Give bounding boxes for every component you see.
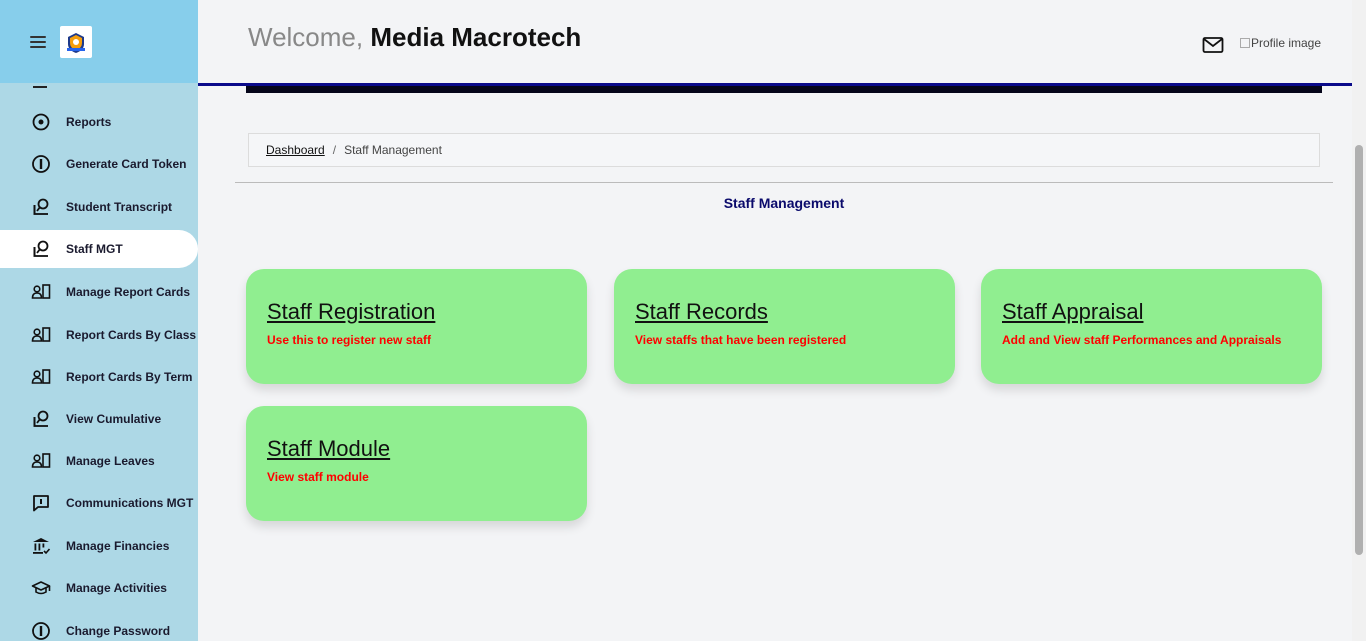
id-card-icon bbox=[31, 451, 51, 471]
breadcrumb-separator: / bbox=[332, 143, 337, 157]
graduation-cap-icon bbox=[31, 578, 51, 598]
header-banner-bar bbox=[246, 86, 1322, 93]
info-circle-icon bbox=[31, 621, 51, 641]
card-title[interactable]: Staff Module bbox=[267, 436, 566, 462]
message-icon bbox=[31, 493, 51, 513]
sidebar-item-label: Manage Financies bbox=[66, 539, 170, 553]
sidebar-item-manage-financies[interactable]: Manage Financies bbox=[0, 527, 198, 565]
user-name: Media Macrotech bbox=[370, 22, 582, 52]
sidebar-item-label: Manage Leaves bbox=[66, 454, 155, 468]
sidebar-item-manage-leaves[interactable]: Manage Leaves bbox=[0, 442, 198, 480]
staff-module-card[interactable]: Staff Module View staff module bbox=[246, 406, 587, 521]
sidebar-item-label: Manage Report Cards bbox=[66, 285, 191, 299]
user-search-icon bbox=[31, 409, 51, 429]
section-divider bbox=[235, 182, 1333, 183]
user-search-icon bbox=[31, 197, 51, 217]
sidebar-item-manage-report-cards[interactable]: Manage Report Cards bbox=[0, 273, 198, 311]
hamburger-menu-icon[interactable] bbox=[30, 35, 46, 48]
scrollbar-thumb[interactable] bbox=[1355, 145, 1363, 555]
info-circle-icon bbox=[31, 154, 51, 174]
card-title[interactable]: Staff Registration bbox=[267, 299, 566, 325]
sidebar-item-view-cumulative[interactable]: View Cumulative bbox=[0, 400, 198, 438]
card-description: Add and View staff Performances and Appr… bbox=[1002, 333, 1282, 347]
sidebar-item-report-cards-by-class[interactable]: Report Cards By Class bbox=[0, 316, 198, 354]
sidebar-item-label: Report Cards By Class bbox=[66, 328, 197, 342]
sidebar-item-label: Manage Activities bbox=[66, 581, 167, 595]
id-card-icon bbox=[31, 282, 51, 302]
sidebar-item-student-transcript[interactable]: Student Transcript bbox=[0, 188, 198, 226]
sidebar-item-reports[interactable]: Reports bbox=[0, 103, 198, 141]
top-header: Welcome, Media Macrotech Profile image bbox=[198, 0, 1352, 83]
breadcrumb-current: Staff Management bbox=[344, 143, 442, 157]
staff-registration-card[interactable]: Staff Registration Use this to register … bbox=[246, 269, 587, 384]
staff-appraisal-card[interactable]: Staff Appraisal Add and View staff Perfo… bbox=[981, 269, 1322, 384]
sidebar-item-manage-activities[interactable]: Manage Activities bbox=[0, 569, 198, 607]
sidebar-item-label: Communications MGT bbox=[66, 496, 194, 510]
sidebar-item-label: Report Cards By Term bbox=[66, 370, 193, 384]
sidebar-item-generate-card-token[interactable]: Generate Card Token bbox=[0, 145, 198, 183]
card-description: Use this to register new staff bbox=[267, 333, 432, 347]
sidebar-item-change-password[interactable]: Change Password bbox=[0, 612, 198, 641]
sidebar-item-communications-mgt[interactable]: Communications MGT bbox=[0, 484, 198, 522]
profile-image[interactable]: Profile image bbox=[1240, 36, 1321, 50]
target-icon bbox=[31, 112, 51, 132]
welcome-heading: Welcome, Media Macrotech bbox=[248, 22, 581, 53]
id-card-icon bbox=[31, 325, 51, 345]
staff-records-card[interactable]: Staff Records View staffs that have been… bbox=[614, 269, 955, 384]
page-title: Staff Management bbox=[723, 195, 845, 211]
sidebar-item-label: Generate Card Token bbox=[66, 157, 187, 171]
card-title[interactable]: Staff Records bbox=[635, 299, 934, 325]
bank-icon bbox=[31, 536, 51, 556]
sidebar-item-label: Change Password bbox=[66, 624, 171, 638]
breadcrumb: Dashboard / Staff Management bbox=[248, 133, 1320, 167]
mail-icon[interactable] bbox=[1202, 36, 1224, 54]
sidebar-item-report-cards-by-term[interactable]: Report Cards By Term bbox=[0, 358, 198, 396]
id-card-icon bbox=[31, 367, 51, 387]
sidebar-item-label: Student Transcript bbox=[66, 200, 173, 214]
sidebar-item-staff-mgt[interactable]: Staff MGT bbox=[0, 230, 198, 268]
card-description: View staffs that have been registered bbox=[635, 333, 847, 347]
card-description: View staff module bbox=[267, 470, 369, 484]
card-title[interactable]: Staff Appraisal bbox=[1002, 299, 1301, 325]
sidebar-item-label: Reports bbox=[66, 115, 112, 129]
school-logo[interactable] bbox=[60, 25, 92, 58]
partial-nav-icon bbox=[33, 84, 47, 88]
welcome-prefix: Welcome, bbox=[248, 22, 364, 52]
sidebar-item-label: Staff MGT bbox=[66, 242, 123, 256]
sidebar-item-label: View Cumulative bbox=[66, 412, 162, 426]
sidebar-header bbox=[0, 0, 198, 83]
user-search-icon bbox=[31, 239, 51, 259]
sidebar: Reports Generate Card Token Student Tran… bbox=[0, 0, 198, 641]
breadcrumb-dashboard-link[interactable]: Dashboard bbox=[266, 143, 325, 157]
page-scrollbar[interactable] bbox=[1352, 0, 1366, 641]
